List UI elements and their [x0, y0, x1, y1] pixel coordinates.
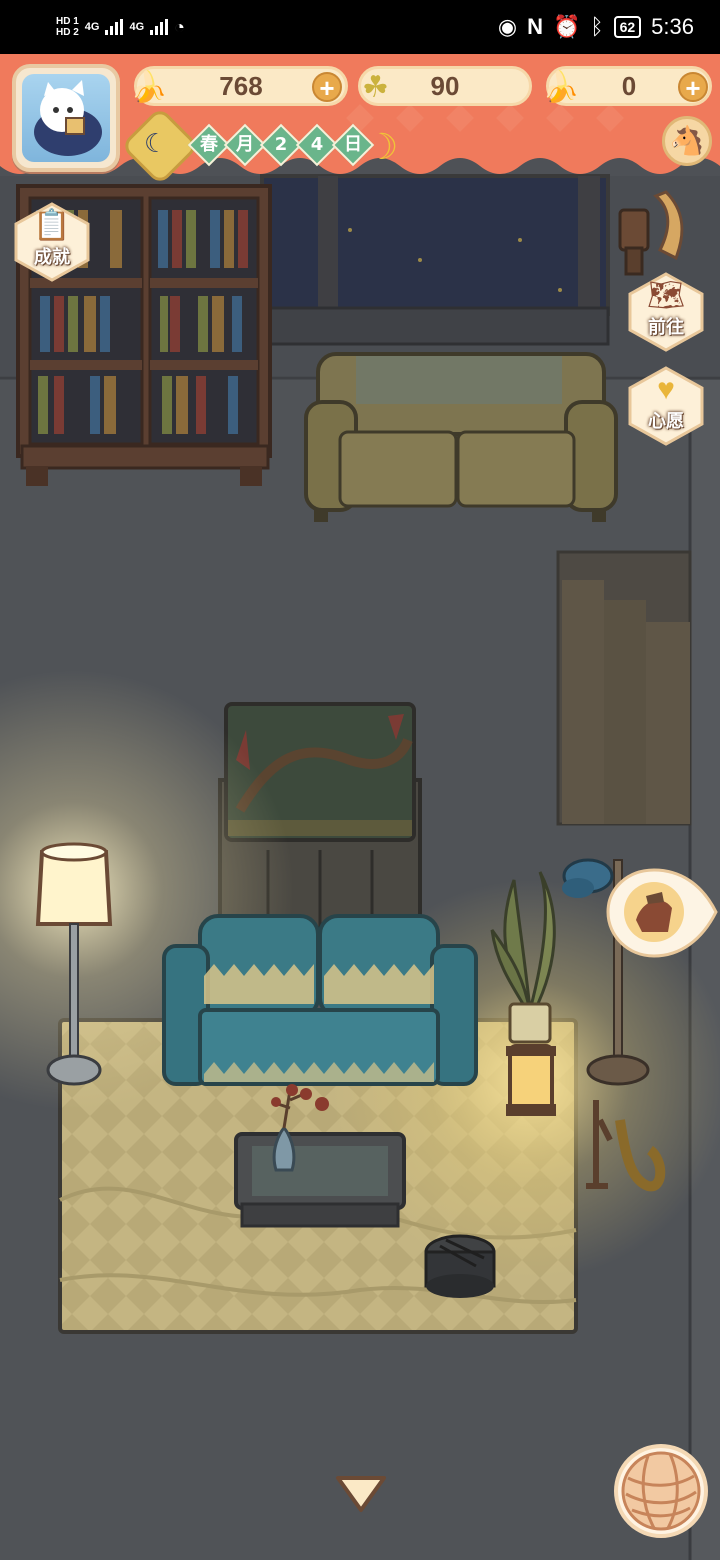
- clipboard-icon: 📋: [33, 209, 71, 242]
- game-scene: HD 1 HD 2 4G 4G ◔ ◉ N ⏰ ᛒ 62 5:36 768 🍌 …: [0, 0, 720, 1560]
- goto-button[interactable]: 🗺 前往: [624, 270, 708, 354]
- goto-label: 前往: [648, 317, 684, 338]
- alarm-icon: ⏰: [552, 14, 581, 39]
- banana-count: 768: [219, 70, 263, 101]
- banana-icon: 🍌: [130, 71, 168, 104]
- blue-banana-icon: 🍌: [542, 71, 580, 104]
- signal-icon: [105, 19, 124, 35]
- battery-indicator: 62: [613, 16, 642, 38]
- network-type-1: 4G: [84, 21, 100, 33]
- staircase: [556, 550, 692, 826]
- scroll-down-button[interactable]: [334, 1472, 388, 1516]
- top-hud: 768 🍌 + 90 ☘ 0 🍌 + ☾ 春 月 2 4 日 ☽ 🐴: [0, 54, 720, 186]
- achievements-label: 成就: [34, 247, 70, 268]
- network-type-2: 4G: [129, 21, 145, 33]
- cat-avatar-icon: [22, 74, 110, 162]
- eye-icon: ◉: [497, 14, 518, 39]
- teal-sofa: [162, 914, 478, 1086]
- clock: 5:36: [651, 14, 694, 39]
- yarn-ball-button[interactable]: [614, 1444, 708, 1538]
- visitor-speech-bubble[interactable]: [606, 866, 718, 962]
- heart-book-icon: ♥: [657, 373, 675, 406]
- clover-count: 90: [430, 70, 460, 101]
- hd-indicator: HD 1 HD 2: [56, 16, 79, 38]
- window: [254, 174, 610, 346]
- drum: [424, 1234, 496, 1298]
- back-sofa: [304, 352, 618, 522]
- living-room: [0, 174, 720, 1560]
- blue-banana-count: 0: [621, 70, 637, 101]
- wish-button[interactable]: ♥ 心愿: [624, 364, 708, 448]
- nfc-icon: N: [527, 14, 543, 39]
- status-bar: HD 1 HD 2 4G 4G ◔ ◉ N ⏰ ᛒ 62 5:36: [0, 0, 720, 54]
- floor-lantern: [506, 1044, 556, 1116]
- map-board-icon: 🗺: [646, 279, 686, 312]
- wifi-icon: ◔: [174, 16, 186, 37]
- night-moon-icon: ☾: [144, 128, 168, 158]
- signal-icon-2: [150, 19, 169, 35]
- bluetooth-icon: ᛒ: [590, 14, 604, 39]
- add-blue-banana-button[interactable]: +: [678, 72, 708, 102]
- chevron-down-icon: [336, 1476, 386, 1512]
- visitor-portrait-button[interactable]: 🐴: [662, 116, 712, 166]
- date-chips: 春 月 2 4 日: [187, 123, 375, 167]
- yarn-ball-icon: [621, 1451, 701, 1531]
- player-avatar[interactable]: [12, 64, 120, 172]
- wish-label: 心愿: [648, 411, 684, 432]
- visitor-icon: 🐴: [669, 125, 705, 156]
- achievements-button[interactable]: 📋 成就: [10, 200, 94, 284]
- moon-icon[interactable]: ☽: [366, 126, 398, 168]
- clover-icon: ☘: [362, 71, 389, 104]
- network-indicators: HD 1 HD 2 4G 4G ◔: [56, 16, 185, 38]
- add-banana-button[interactable]: +: [312, 72, 342, 102]
